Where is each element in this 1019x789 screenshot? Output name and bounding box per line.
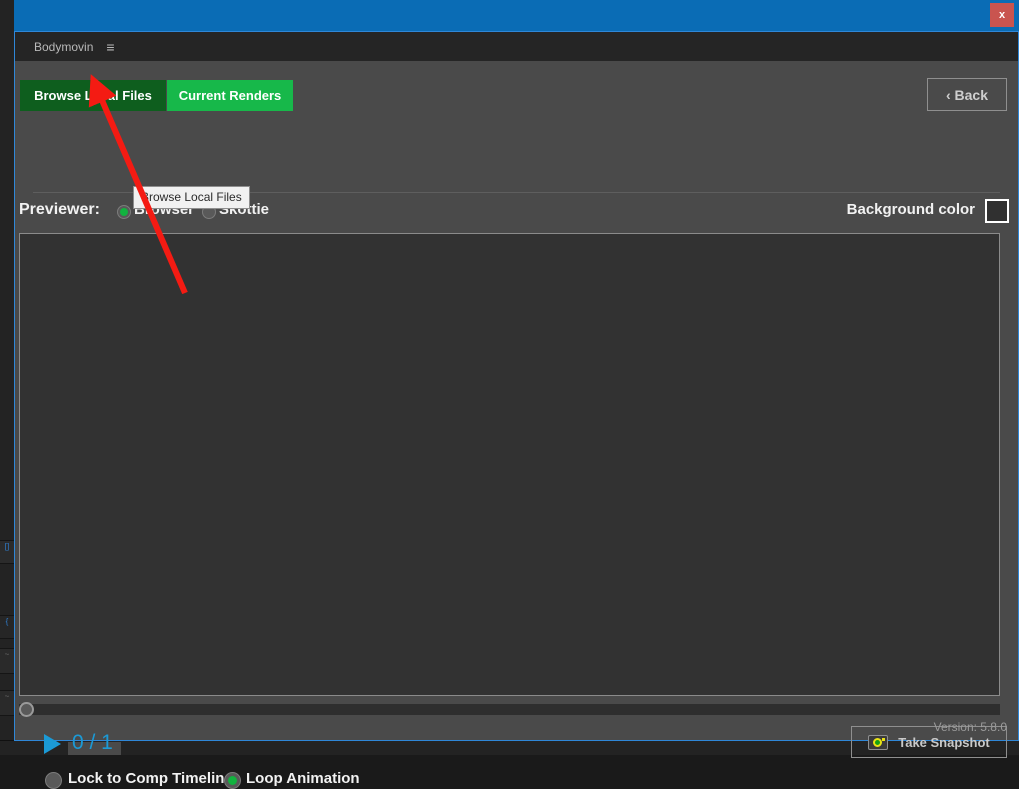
previewer-label: Previewer: — [19, 201, 100, 218]
scrubber-track[interactable] — [19, 704, 1000, 715]
camera-icon — [868, 734, 889, 750]
host-tool-icon: [] — [0, 540, 14, 564]
timeline-scrubber[interactable] — [19, 702, 1000, 717]
radio-previewer-browser[interactable] — [117, 205, 131, 219]
radio-loop-animation-label: Loop Animation — [246, 770, 360, 787]
current-renders-button[interactable]: Current Renders — [167, 80, 293, 111]
play-icon[interactable] — [44, 734, 61, 754]
host-tool-icon: ~ — [0, 690, 14, 716]
radio-lock-to-comp-timeline[interactable] — [45, 772, 62, 789]
host-tool-icon: { — [0, 615, 14, 639]
animation-preview-canvas[interactable] — [19, 233, 1000, 696]
panel-title: Bodymovin — [34, 39, 94, 54]
browse-local-files-button[interactable]: Browse Local Files — [20, 80, 166, 111]
panel-tabbar: Bodymovin ≡ — [15, 32, 1018, 61]
host-left-toolbar: [] { ~ ~ — [0, 0, 15, 755]
version-label: Version: 5.8.0 — [933, 720, 1007, 734]
extension-panel: Bodymovin ≡ Browse Local Files Current R… — [14, 31, 1019, 789]
radio-loop-animation[interactable] — [224, 772, 241, 789]
action-toolbar: Browse Local Files Current Renders ‹ Bac… — [15, 61, 1018, 117]
bodymovin-window: x Bodymovin ≡ Browse Local Files Current… — [14, 0, 1019, 789]
hamburger-menu-icon[interactable]: ≡ — [106, 40, 114, 54]
tooltip: Browse Local Files — [133, 186, 250, 209]
background-color-swatch[interactable] — [985, 199, 1009, 223]
scrubber-handle[interactable] — [19, 702, 34, 717]
take-snapshot-label: Take Snapshot — [898, 734, 990, 750]
background-color-label: Background color — [846, 201, 975, 218]
radio-lock-to-comp-timeline-label: Lock to Comp Timeline — [68, 770, 233, 787]
panel-body: Browse Local Files Current Renders ‹ Bac… — [15, 61, 1018, 789]
back-button[interactable]: ‹ Back — [927, 78, 1007, 111]
window-titlebar: x — [14, 0, 1019, 31]
frame-counter: 0 / 1 — [72, 731, 113, 754]
host-tool-icon: ~ — [0, 648, 14, 674]
close-icon[interactable]: x — [990, 3, 1014, 27]
